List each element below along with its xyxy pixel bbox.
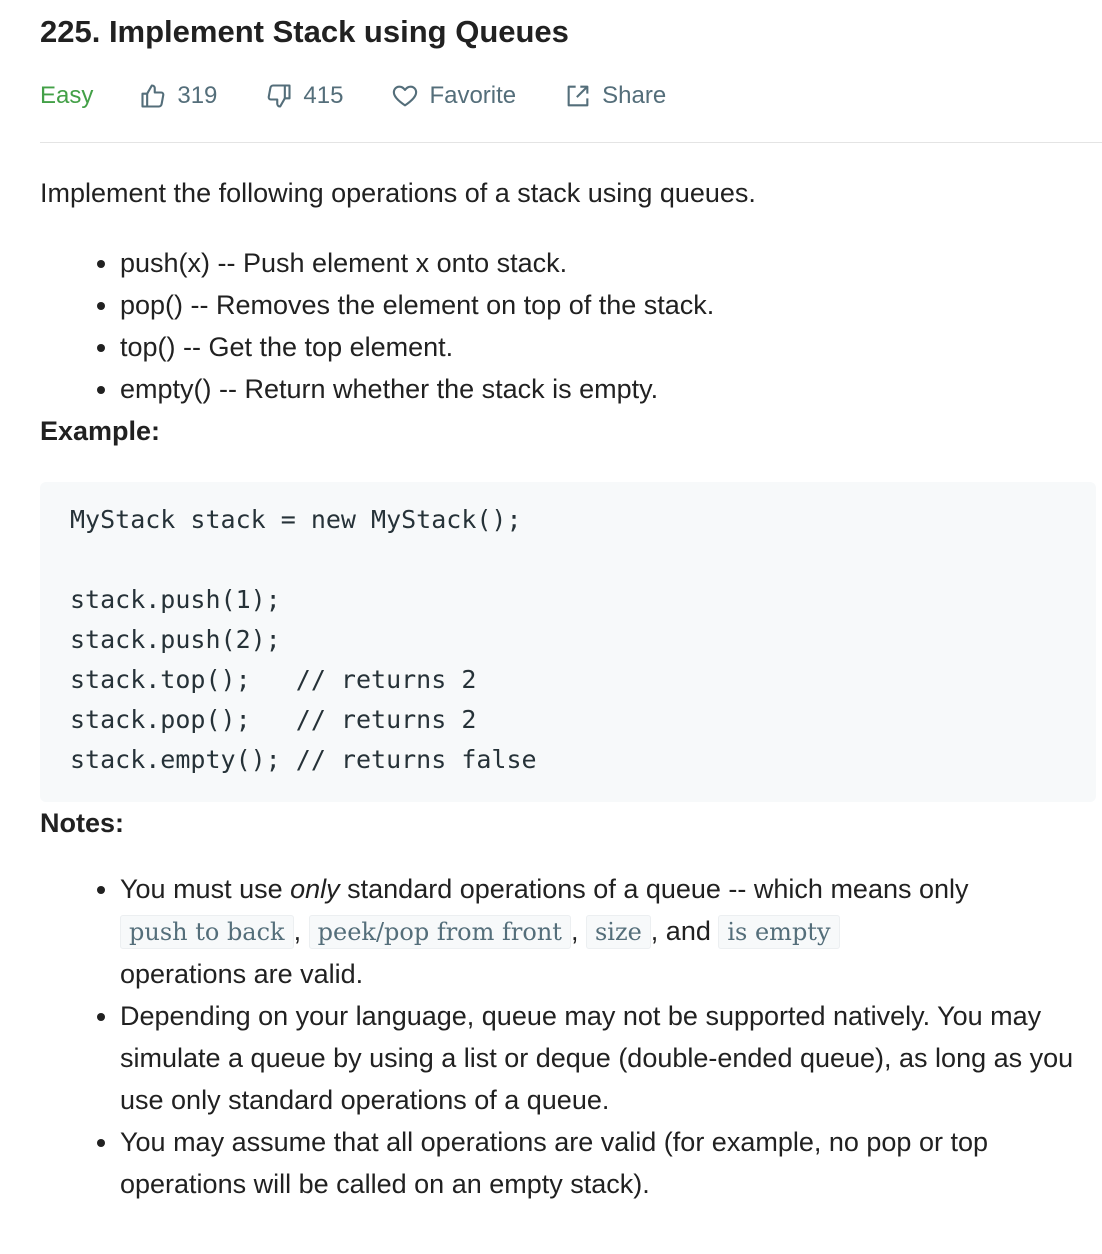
operation-item-empty: empty() -- Return whether the stack is e… <box>120 368 1080 410</box>
notes-list: You must use only standard operations of… <box>40 868 1080 1205</box>
code-line: stack.pop(); // returns 2 <box>70 705 477 734</box>
note-emphasis: only <box>290 874 340 904</box>
thumbs-down-icon <box>268 84 291 108</box>
code-line: stack.push(1); <box>70 585 281 614</box>
example-code-block: MyStack stack = new MyStack(); stack.pus… <box>40 482 1096 802</box>
problem-meta-bar: Easy 319 415 Favorite Share <box>40 78 714 114</box>
share-label: Share <box>602 82 667 109</box>
inline-code-peek-pop-from-front: peek/pop from front <box>308 915 571 949</box>
inline-code-is-empty: is empty <box>718 915 840 949</box>
note-text: standard operations of a queue -- which … <box>339 874 969 904</box>
notes-heading: Notes: <box>40 808 125 838</box>
code-line: MyStack stack = new MyStack(); <box>70 505 522 534</box>
favorite-button[interactable]: Favorite <box>391 82 516 110</box>
example-heading: Example: <box>40 416 161 446</box>
like-count: 319 <box>177 82 218 109</box>
note-text: operations are valid. <box>120 959 364 989</box>
problem-description: Implement the following operations of a … <box>40 172 1096 1205</box>
inline-code-size: size <box>585 915 651 949</box>
note-text: You must use <box>120 874 291 904</box>
note-text: , and <box>650 916 719 946</box>
dislike-count: 415 <box>303 82 344 109</box>
note-item-standard-operations: You must use only standard operations of… <box>120 868 1080 995</box>
code-line: stack.top(); // returns 2 <box>70 665 477 694</box>
note-item-valid-operations: You may assume that all operations are v… <box>120 1121 1080 1205</box>
dislike-button[interactable]: 415 <box>265 82 343 110</box>
operation-item-pop: pop() -- Removes the element on top of t… <box>120 284 1080 326</box>
share-button[interactable]: Share <box>564 82 666 110</box>
thumbs-up-icon <box>141 84 165 108</box>
favorite-label: Favorite <box>429 82 517 109</box>
operation-item-top: top() -- Get the top element. <box>120 326 1080 368</box>
difficulty-label: Easy <box>40 82 94 109</box>
note-text: , <box>570 916 586 946</box>
problem-title: 225. Implement Stack using Queues <box>40 14 569 49</box>
code-line: stack.push(2); <box>70 625 281 654</box>
inline-code-push-to-back: push to back <box>120 915 294 949</box>
note-item-native-queue: Depending on your language, queue may no… <box>120 995 1080 1121</box>
header-divider <box>40 142 1102 143</box>
note-text: , <box>293 916 309 946</box>
share-icon <box>567 85 589 107</box>
problem-page: 225. Implement Stack using Queues Easy 3… <box>0 0 1102 1254</box>
heart-icon <box>393 85 418 107</box>
operation-item-push: push(x) -- Push element x onto stack. <box>120 242 1080 284</box>
operations-list: push(x) -- Push element x onto stack. po… <box>40 242 1080 410</box>
like-button[interactable]: 319 <box>139 82 217 110</box>
description-intro: Implement the following operations of a … <box>40 178 756 208</box>
code-line: stack.empty(); // returns false <box>70 745 537 774</box>
